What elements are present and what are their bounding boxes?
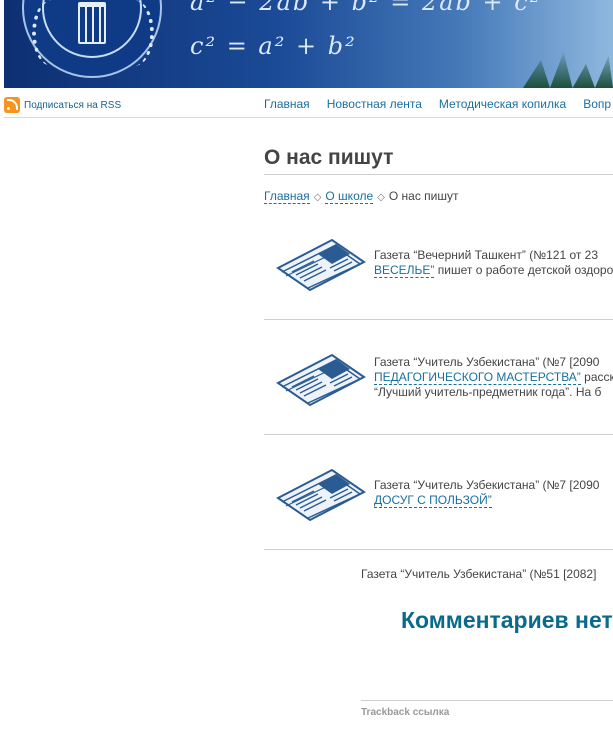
breadcrumb-home[interactable]: Главная [264, 189, 310, 204]
article-line: Газета “Учитель Узбекистана” (№7 [2090 [374, 355, 600, 369]
article-line-tail: пишет о работе детской оздоро [434, 263, 613, 277]
newspaper-icon[interactable] [274, 232, 366, 294]
rss-label: Подписаться на RSS [24, 99, 122, 111]
main-nav: Главная Новостная лента Методическая коп… [264, 97, 613, 111]
article-item-partial: Газета “Учитель Узбекистана” (№51 [2082] [361, 567, 597, 581]
article-line: Газета “Вечерний Ташкент” (№121 от 23 [374, 248, 599, 262]
article-line: ВЕСЕЛЬЕ” пишет о работе детской оздоро [374, 263, 613, 278]
article-line: ПЕДАГОГИЧЕСКОГО МАСТЕРСТВА” расска [374, 370, 613, 385]
title-divider [264, 174, 613, 175]
nav-item-questions[interactable]: Вопр [583, 97, 611, 111]
nav-item-method-bank[interactable]: Методическая копилка [439, 97, 566, 111]
nav-divider [4, 117, 613, 118]
article-line: Газета “Учитель Узбекистана” (№7 [2090 [374, 478, 600, 492]
newspaper-icon[interactable] [274, 347, 366, 409]
breadcrumb: Главная ◇ О школе ◇ О нас пишут [264, 189, 459, 204]
site-header: a² − 2ab + b² = 2ab + c² c² = a² + b² [4, 0, 613, 88]
breadcrumb-separator: ◇ [313, 192, 322, 203]
breadcrumb-separator: ◇ [377, 192, 385, 203]
trackback-link[interactable]: Trackback ссылка [361, 707, 449, 718]
trackback-divider [361, 700, 613, 701]
nav-item-news-feed[interactable]: Новостная лента [327, 97, 422, 111]
page-title: О нас пишут [264, 146, 394, 169]
article-link[interactable]: ПЕДАГОГИЧЕСКОГО МАСТЕРСТВА” [374, 370, 581, 385]
article-item: Газета “Учитель Узбекистана” (№7 [2090 Д… [264, 434, 613, 550]
rss-subscribe-link[interactable]: Подписаться на RSS [4, 96, 121, 114]
article-text: Газета “Учитель Узбекистана” (№7 [2090 П… [374, 355, 613, 400]
breadcrumb-current: О нас пишут [388, 189, 459, 203]
nav-item-home[interactable]: Главная [264, 97, 310, 111]
newspaper-icon[interactable] [274, 462, 366, 524]
laurel-right-icon [114, 0, 154, 66]
article-line: ДОСУГ С ПОЛЬЗОЙ” [374, 493, 599, 508]
article-line-tail: расска [584, 370, 613, 384]
article-link[interactable]: ДОСУГ С ПОЛЬЗОЙ” [374, 493, 492, 508]
article-text: Газета “Учитель Узбекистана” (№7 [2090 Д… [374, 478, 599, 508]
article-item: Газета “Учитель Узбекистана” (№7 [2090 П… [264, 319, 613, 435]
grass-decoration [523, 52, 613, 88]
header-formula-1: a² − 2ab + b² = 2ab + c² [190, 0, 542, 16]
article-divider [264, 549, 613, 550]
column-icon [78, 2, 106, 44]
article-link[interactable]: ВЕСЕЛЬЕ” [374, 263, 435, 278]
article-item: Газета “Вечерний Ташкент” (№121 от 23 ВЕ… [264, 204, 613, 320]
rss-icon [4, 97, 20, 113]
laurel-left-icon [32, 0, 72, 66]
header-formula-2: c² = a² + b² [190, 32, 357, 60]
article-line: “Лучший учитель-предметник года”. На б [374, 385, 602, 399]
breadcrumb-about-school[interactable]: О школе [325, 189, 374, 204]
article-text: Газета “Вечерний Ташкент” (№121 от 23 ВЕ… [374, 248, 613, 278]
comments-heading: Комментариев нет [401, 607, 613, 633]
